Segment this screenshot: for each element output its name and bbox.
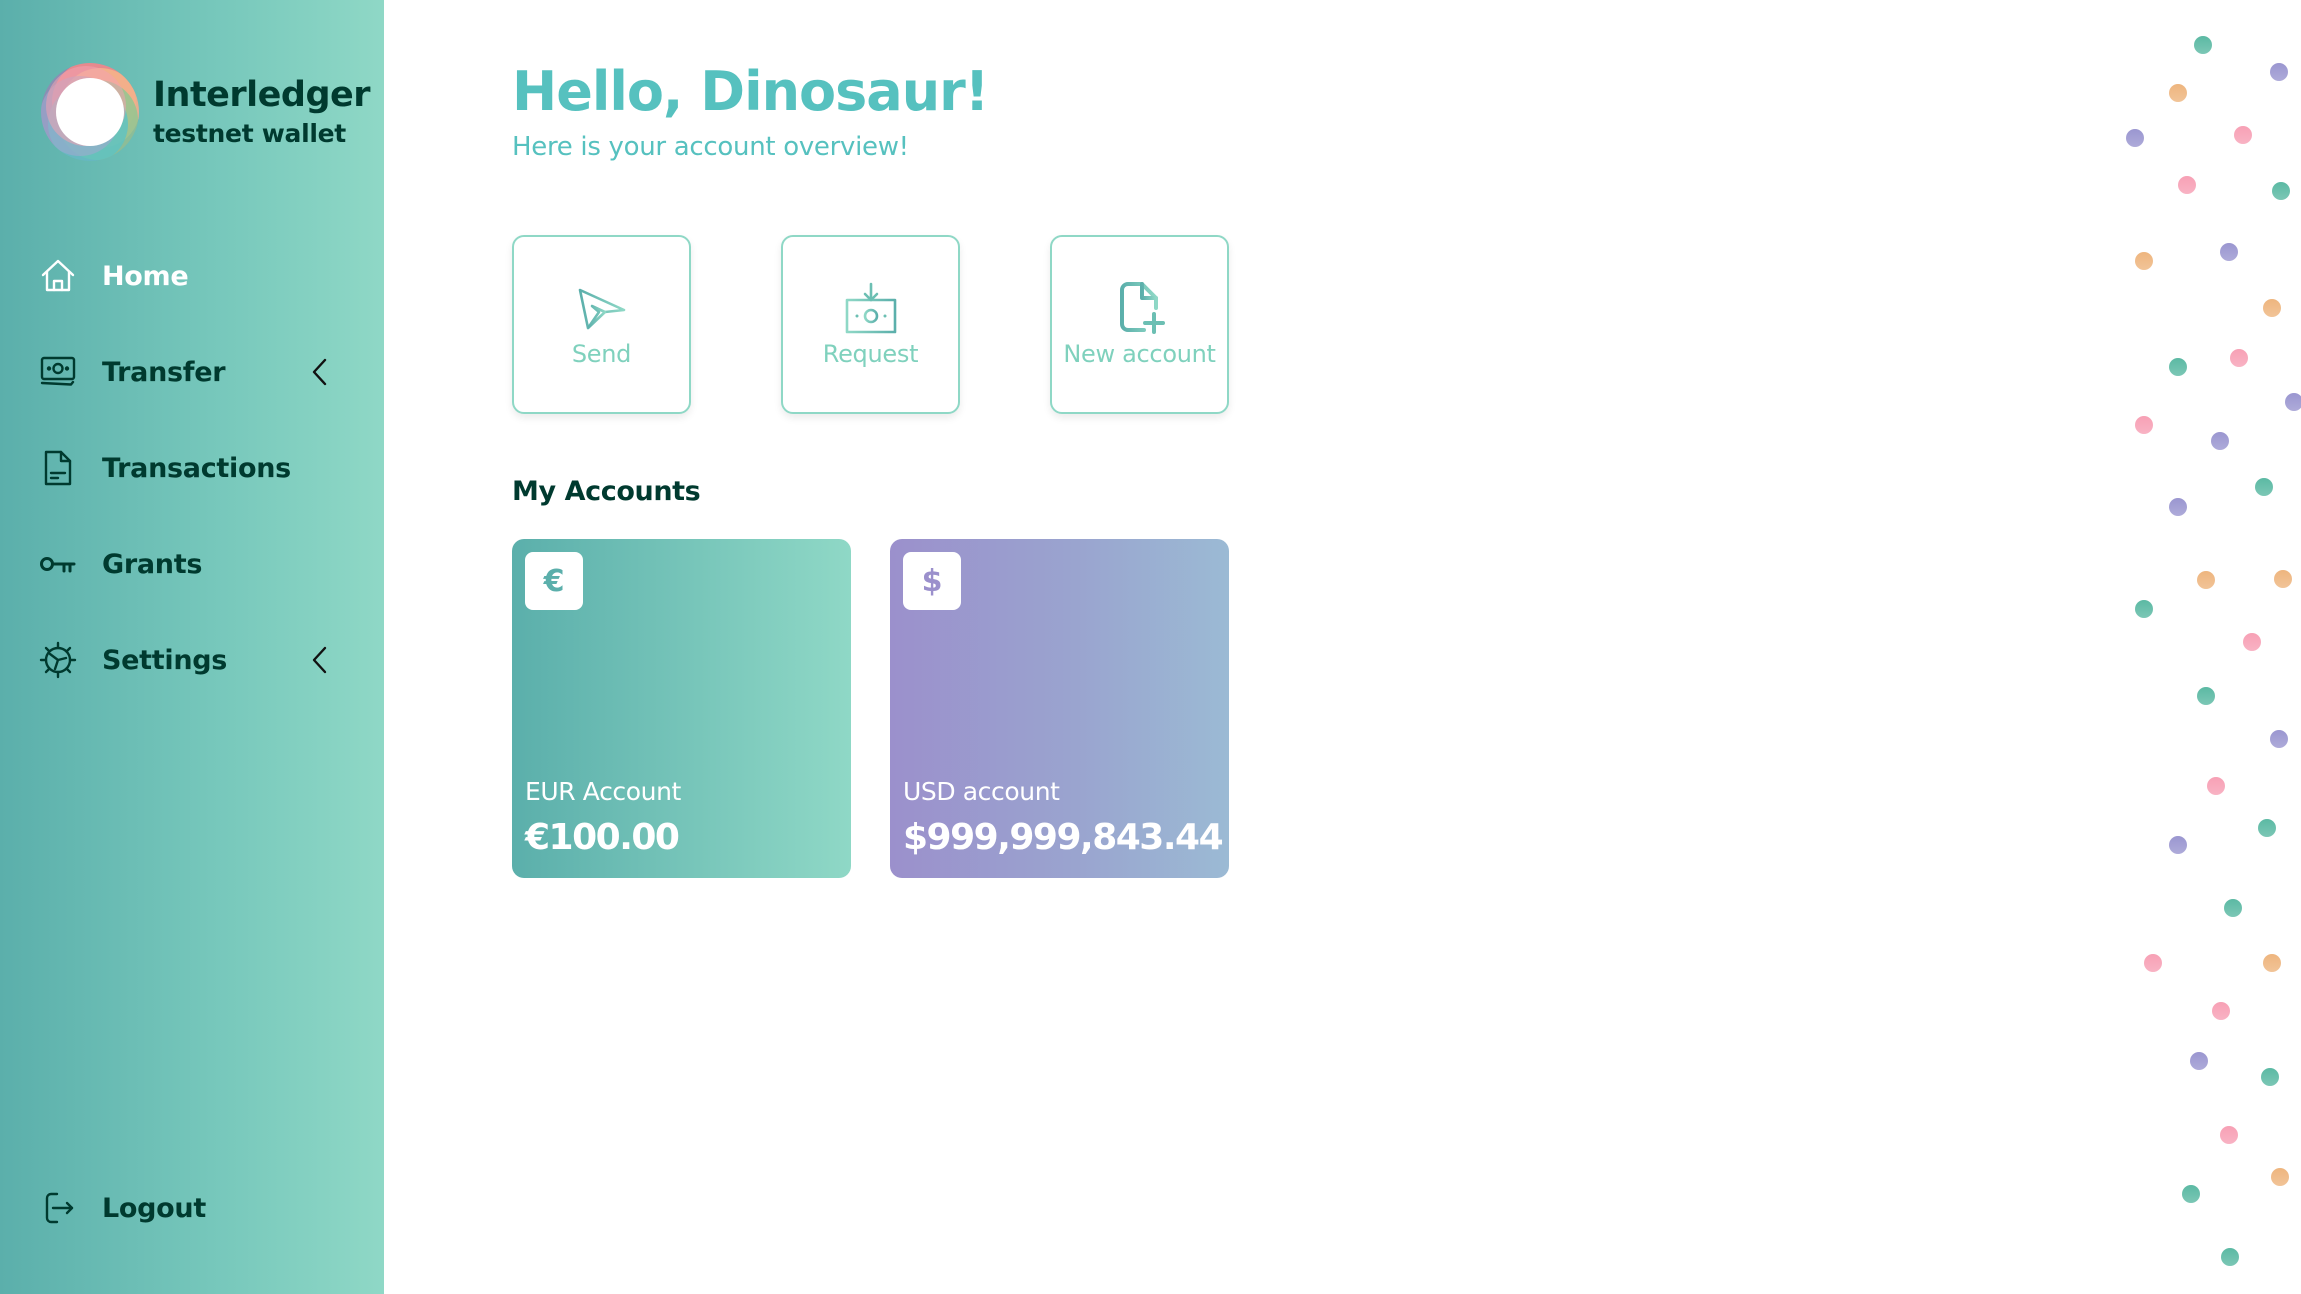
key-icon: [38, 544, 78, 584]
decorative-dot: [2182, 1185, 2200, 1203]
chevron-left-icon[interactable]: [306, 358, 334, 386]
my-accounts-heading: My Accounts: [512, 476, 701, 507]
decorative-dot: [2224, 899, 2242, 917]
decorative-dot: [2135, 416, 2153, 434]
decorative-dot: [2169, 498, 2187, 516]
brand-subtitle: testnet wallet: [153, 119, 346, 148]
sidebar-item-transfer[interactable]: Transfer: [38, 344, 348, 400]
account-card-usd[interactable]: $ USD account $999,999,843.44: [890, 539, 1229, 878]
account-balance: $999,999,843.44: [903, 817, 1224, 858]
app-root: Interledger testnet wallet Home Transfer…: [0, 0, 2301, 1294]
logout-label: Logout: [102, 1192, 206, 1224]
send-button[interactable]: Send: [512, 235, 691, 414]
money-icon: [38, 352, 78, 392]
sidebar-item-transactions[interactable]: Transactions: [38, 440, 348, 496]
send-label: Send: [571, 339, 632, 368]
decorative-dot: [2270, 730, 2288, 748]
sidebar-item-label: Home: [102, 260, 189, 292]
account-name: USD account: [903, 777, 1060, 806]
logout-icon: [38, 1188, 78, 1228]
sidebar-item-grants[interactable]: Grants: [38, 536, 348, 592]
sidebar-item-label: Transfer: [102, 356, 226, 388]
dollar-icon: $: [903, 552, 961, 610]
decorative-dot: [2135, 252, 2153, 270]
decorative-dot: [2271, 1168, 2289, 1186]
decorative-dot: [2197, 687, 2215, 705]
decorative-dot: [2221, 1248, 2239, 1266]
decorative-dot: [2212, 1002, 2230, 1020]
sidebar-item-label: Grants: [102, 548, 203, 580]
decorative-dot: [2169, 358, 2187, 376]
decorative-dot: [2211, 432, 2229, 450]
decorative-dot: [2243, 633, 2261, 651]
decorative-dot: [2255, 478, 2273, 496]
account-balance: €100.00: [525, 817, 680, 858]
decorative-dot: [2197, 571, 2215, 589]
decorative-dot: [2272, 182, 2290, 200]
page-title: Hello, Dinosaur!: [512, 60, 989, 123]
decorative-dot: [2234, 126, 2252, 144]
decorative-dot: [2263, 954, 2281, 972]
brand[interactable]: Interledger testnet wallet: [40, 62, 371, 162]
decorative-dot: [2261, 1068, 2279, 1086]
decorative-dot: [2230, 349, 2248, 367]
interledger-logo-icon: [40, 62, 140, 162]
sidebar-item-home[interactable]: Home: [38, 248, 348, 304]
home-icon: [38, 256, 78, 296]
sidebar-item-label: Settings: [102, 644, 228, 676]
new-account-button[interactable]: New account: [1050, 235, 1229, 414]
decorative-dot: [2135, 600, 2153, 618]
page-subtitle: Here is your account overview!: [512, 132, 909, 162]
request-money-icon: [841, 278, 901, 338]
euro-icon: €: [525, 552, 583, 610]
brand-title: Interledger: [153, 75, 371, 115]
account-card-eur[interactable]: € EUR Account €100.00: [512, 539, 851, 878]
chevron-left-icon[interactable]: [306, 646, 334, 674]
decorative-dot: [2274, 570, 2292, 588]
paper-plane-icon: [572, 278, 632, 338]
sidebar-item-label: Transactions: [102, 452, 291, 484]
decorative-dot: [2263, 299, 2281, 317]
account-name: EUR Account: [525, 777, 681, 806]
decorative-dot: [2178, 176, 2196, 194]
decorative-dot: [2144, 954, 2162, 972]
decorative-dot: [2190, 1052, 2208, 1070]
request-label: Request: [822, 339, 919, 368]
decorative-dot: [2220, 243, 2238, 261]
request-button[interactable]: Request: [781, 235, 960, 414]
new-file-icon: [1110, 278, 1170, 338]
sidebar-item-settings[interactable]: Settings: [38, 632, 348, 688]
decorative-dot: [2258, 819, 2276, 837]
decorative-dot: [2126, 129, 2144, 147]
sidebar: Interledger testnet wallet Home Transfer…: [0, 0, 384, 1294]
decorative-dot: [2194, 36, 2212, 54]
decorative-dot: [2207, 777, 2225, 795]
decorative-dot: [2270, 63, 2288, 81]
logout-button[interactable]: Logout: [38, 1180, 348, 1236]
new-account-label: New account: [1063, 339, 1216, 368]
gear-icon: [38, 640, 78, 680]
decorative-dot: [2169, 84, 2187, 102]
decorative-dot: [2169, 836, 2187, 854]
decorative-dot: [2220, 1126, 2238, 1144]
decorative-dot: [2285, 393, 2301, 411]
document-icon: [38, 448, 78, 488]
